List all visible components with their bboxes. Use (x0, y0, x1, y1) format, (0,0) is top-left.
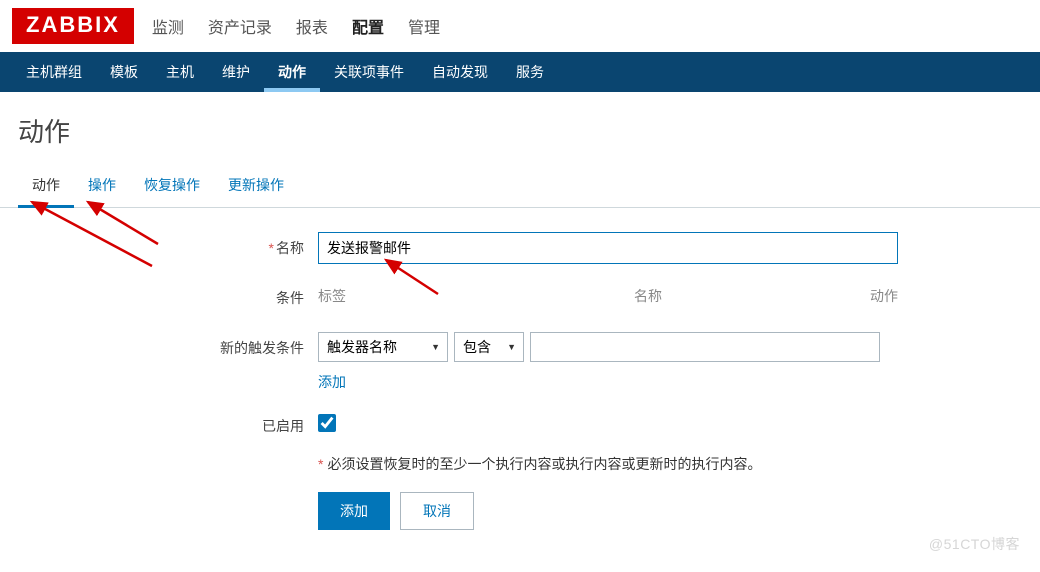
logo[interactable]: ZABBIX (12, 8, 134, 44)
form-area: *名称 条件 标签 名称 动作 新的触发条件 触发器名称 包含 (0, 208, 1040, 572)
top-nav: 监测 资产记录 报表 配置 管理 (152, 14, 440, 38)
subnav-maintenance[interactable]: 维护 (208, 52, 264, 92)
tab-update[interactable]: 更新操作 (214, 167, 298, 207)
trigger-op-select[interactable]: 包含 (454, 332, 524, 362)
tab-action[interactable]: 动作 (18, 167, 74, 208)
subnav-templates[interactable]: 模板 (96, 52, 152, 92)
nav-assets[interactable]: 资产记录 (208, 14, 272, 38)
tabs: 动作 操作 恢复操作 更新操作 (0, 167, 1040, 208)
cond-col-tag: 标签 (318, 286, 518, 306)
nav-reports[interactable]: 报表 (296, 14, 328, 38)
submit-button[interactable]: 添加 (318, 492, 390, 530)
subnav-hosts[interactable]: 主机 (152, 52, 208, 92)
trigger-type-select[interactable]: 触发器名称 (318, 332, 448, 362)
nav-config[interactable]: 配置 (352, 14, 384, 38)
nav-admin[interactable]: 管理 (408, 14, 440, 38)
subnav-hostgroups[interactable]: 主机群组 (12, 52, 96, 92)
sub-nav: 主机群组 模板 主机 维护 动作 关联项事件 自动发现 服务 (0, 52, 1040, 92)
warning-text: *必须设置恢复时的至少一个执行内容或执行内容或更新时的执行内容。 (318, 454, 1022, 474)
conditions-label: 条件 (18, 282, 318, 308)
subnav-discovery[interactable]: 自动发现 (418, 52, 502, 92)
top-bar: ZABBIX 监测 资产记录 报表 配置 管理 (0, 0, 1040, 52)
add-condition-link[interactable]: 添加 (318, 372, 346, 392)
cond-col-action: 动作 (778, 286, 898, 306)
enabled-checkbox[interactable] (318, 414, 336, 432)
conditions-header: 标签 名称 动作 (318, 282, 898, 314)
tab-operation[interactable]: 操作 (74, 167, 130, 207)
subnav-correlation[interactable]: 关联项事件 (320, 52, 418, 92)
subnav-services[interactable]: 服务 (502, 52, 558, 92)
new-trigger-label: 新的触发条件 (18, 332, 318, 358)
watermark: @51CTO博客 (929, 534, 1020, 554)
name-input[interactable] (318, 232, 898, 264)
cancel-button[interactable]: 取消 (400, 492, 474, 530)
cond-col-name: 名称 (518, 286, 778, 306)
tab-recovery[interactable]: 恢复操作 (130, 167, 214, 207)
enabled-label: 已启用 (18, 410, 318, 436)
name-label: *名称 (18, 232, 318, 258)
trigger-value-input[interactable] (530, 332, 880, 362)
nav-monitor[interactable]: 监测 (152, 14, 184, 38)
page-title: 动作 (0, 92, 1040, 167)
subnav-actions[interactable]: 动作 (264, 52, 320, 92)
